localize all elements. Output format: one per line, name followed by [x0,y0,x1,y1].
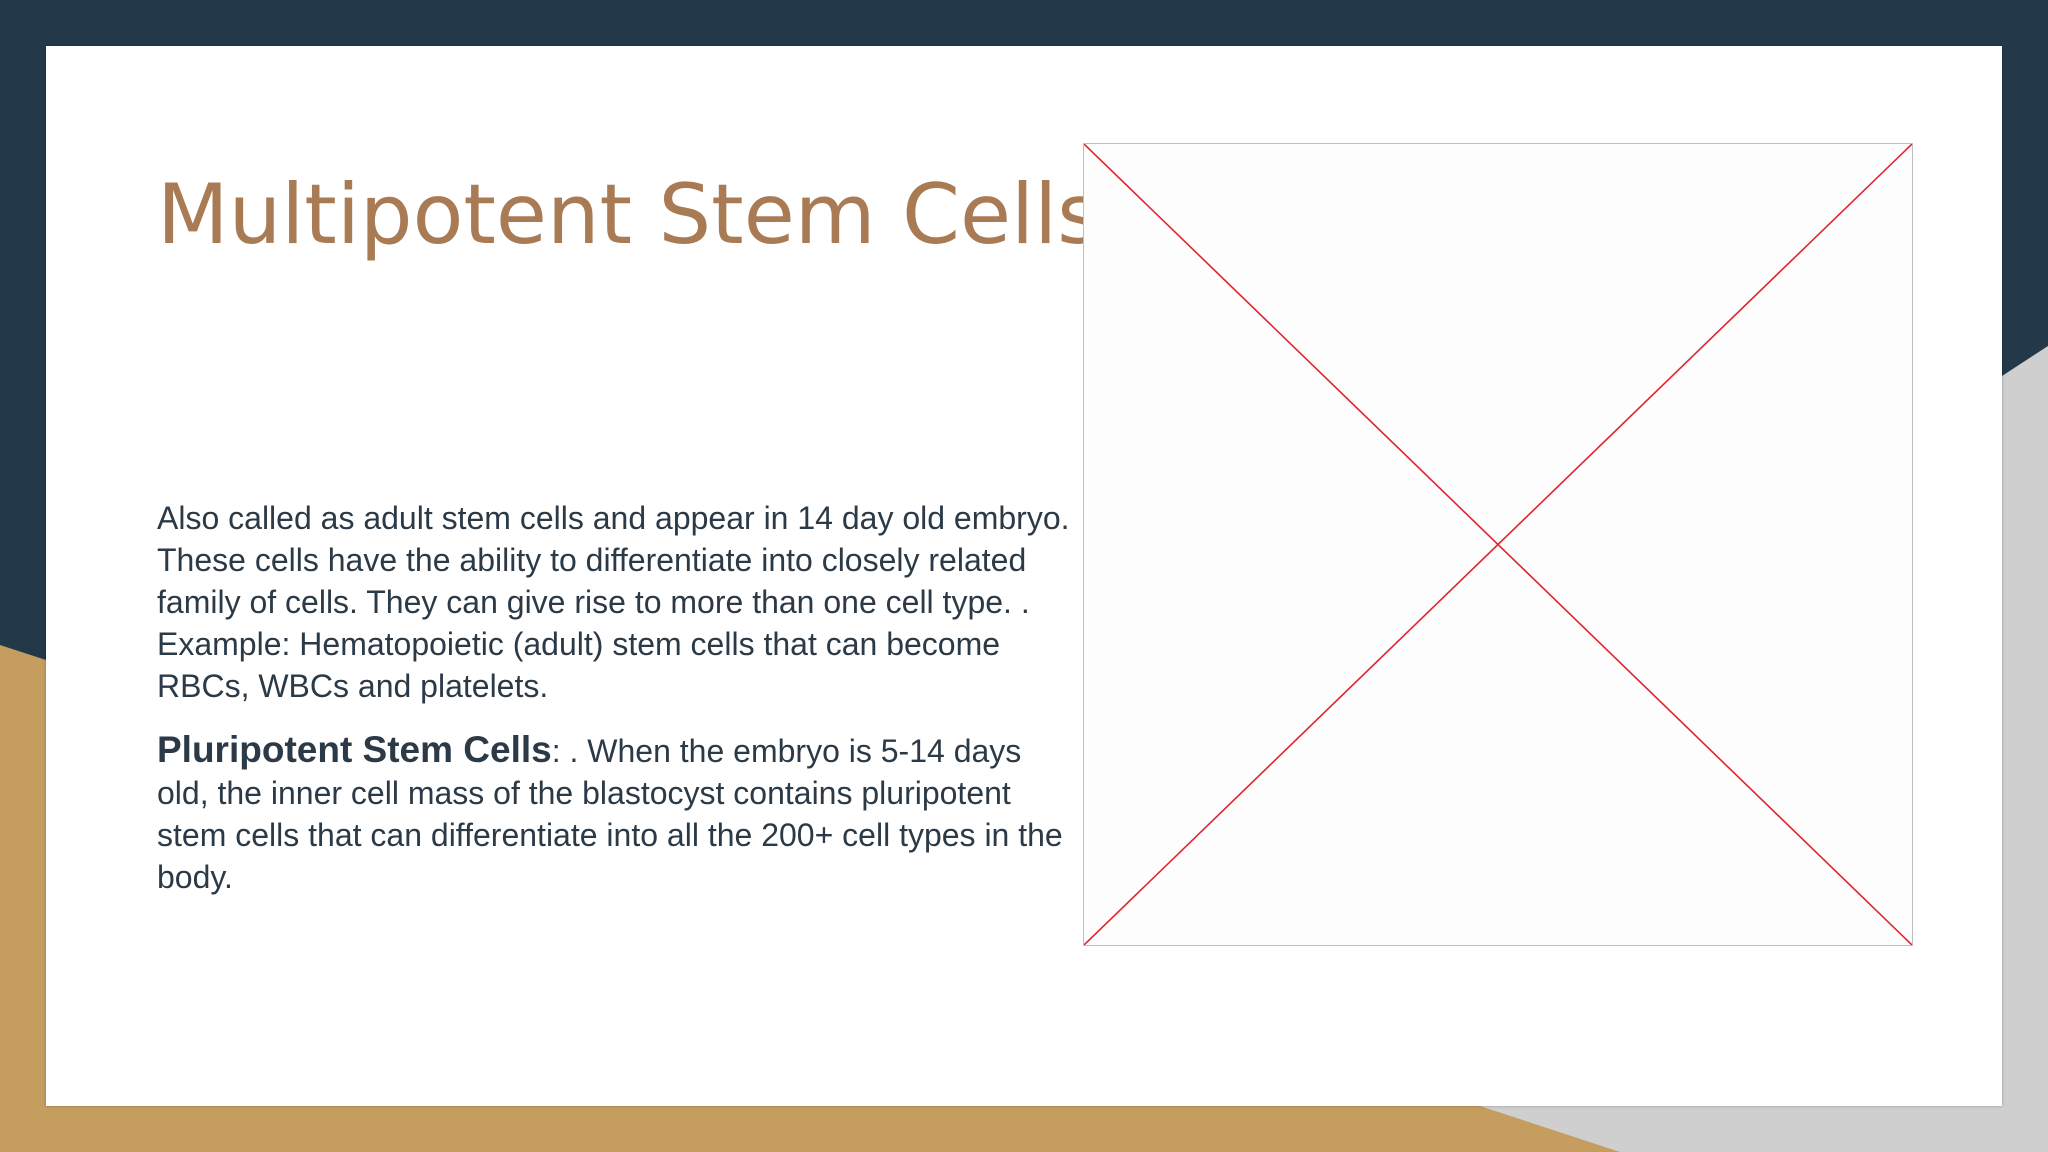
slide-stage: Multipotent Stem Cells Also called as ad… [0,0,2048,1152]
missing-image-placeholder [1083,143,1913,946]
slide-body: Also called as adult stem cells and appe… [157,497,1077,920]
multipotent-description: Also called as adult stem cells and appe… [157,500,1070,704]
pluripotent-description: Pluripotent Stem Cells: . When the embry… [157,729,1077,898]
missing-image-cross-icon [1084,144,1912,945]
slide-title: Multipotent Stem Cells [157,166,1101,263]
pluripotent-term: Pluripotent Stem Cells [157,729,552,770]
